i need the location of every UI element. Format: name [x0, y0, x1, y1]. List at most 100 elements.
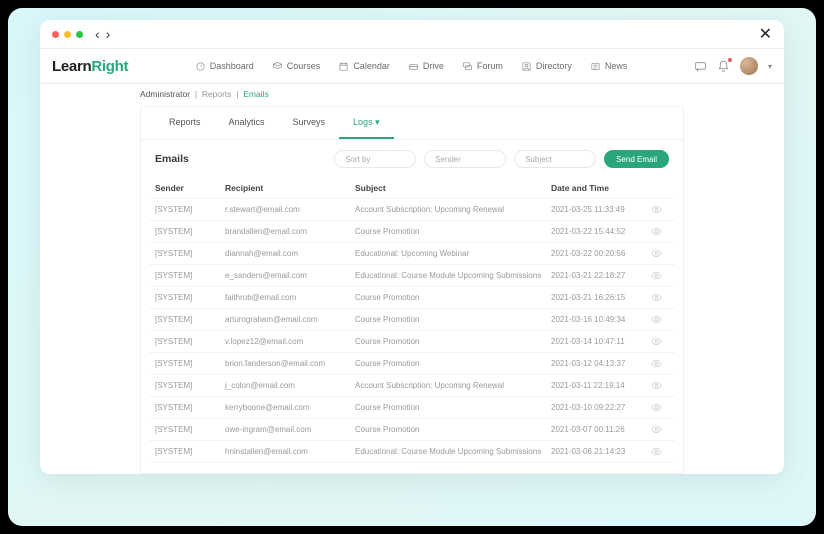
window-maximize-dot[interactable]: [76, 31, 83, 38]
table-row: [SYSTEM]owe-ingram@email.comCourse Promo…: [149, 419, 675, 441]
eye-icon[interactable]: [651, 226, 662, 237]
eye-icon[interactable]: [651, 424, 662, 435]
subject-input[interactable]: [514, 150, 596, 168]
nav-dashboard[interactable]: Dashboard: [195, 61, 254, 72]
window-minimize-dot[interactable]: [64, 31, 71, 38]
breadcrumb: Administrator | Reports | Emails: [40, 84, 784, 104]
cell-sender: [SYSTEM]: [155, 227, 225, 236]
cell-datetime: 2021-03-12 04:13:37: [551, 359, 651, 368]
nav-label: Forum: [477, 61, 503, 71]
breadcrumb-current: Emails: [243, 89, 269, 99]
cell-recipient: e_sanders@email.com: [225, 271, 355, 280]
send-email-button[interactable]: Send Email: [604, 150, 669, 168]
table-row: [SYSTEM]j_colon@email.comAccount Subscri…: [149, 375, 675, 397]
cell-sender: [SYSTEM]: [155, 425, 225, 434]
chat-icon[interactable]: [694, 60, 707, 73]
avatar[interactable]: [740, 57, 758, 75]
cell-subject: Course Promotion: [355, 425, 551, 434]
cell-datetime: 2021-03-16 10:49:34: [551, 315, 651, 324]
logo-part2: Right: [91, 58, 128, 75]
section-title: Emails: [155, 153, 189, 165]
close-icon[interactable]: ✕: [759, 24, 772, 44]
cell-sender: [SYSTEM]: [155, 205, 225, 214]
cell-subject: Account Subscription: Upcoming Renewal: [355, 381, 551, 390]
nav-forward-icon[interactable]: ›: [104, 26, 113, 42]
content-panel: ReportsAnalyticsSurveysLogs ▾ Emails Sen…: [140, 106, 684, 474]
cell-datetime: 2021-03-25 11:33:49: [551, 205, 651, 214]
cell-recipient: arturograham@email.com: [225, 315, 355, 324]
eye-icon[interactable]: [651, 380, 662, 391]
eye-icon[interactable]: [651, 358, 662, 369]
cell-recipient: hninstallen@email.com: [225, 447, 355, 456]
table-row: [SYSTEM]brandallen@email.comCourse Promo…: [149, 221, 675, 243]
cell-recipient: kerryboone@email.com: [225, 403, 355, 412]
eye-icon[interactable]: [651, 270, 662, 281]
cell-datetime: 2021-03-06 21:14:23: [551, 447, 651, 456]
cell-datetime: 2021-03-21 16:26:15: [551, 293, 651, 302]
cell-sender: [SYSTEM]: [155, 337, 225, 346]
eye-icon[interactable]: [651, 446, 662, 457]
logo[interactable]: LearnRight: [52, 58, 128, 75]
nav-label: News: [605, 61, 628, 71]
eye-icon[interactable]: [651, 204, 662, 215]
cell-recipient: owe-ingram@email.com: [225, 425, 355, 434]
sort-by-input[interactable]: [334, 150, 416, 168]
cell-sender: [SYSTEM]: [155, 271, 225, 280]
main-nav: Dashboard Courses Calendar Drive Forum Direct…: [195, 61, 628, 72]
tab-reports[interactable]: Reports: [155, 107, 215, 139]
cell-subject: Course Promotion: [355, 337, 551, 346]
eye-icon[interactable]: [651, 314, 662, 325]
cell-datetime: 2021-03-14 10:47:11: [551, 337, 651, 346]
breadcrumb-mid[interactable]: Reports: [202, 89, 232, 99]
cell-subject: Course Promotion: [355, 359, 551, 368]
chevron-down-icon[interactable]: ▾: [768, 62, 772, 71]
eye-icon[interactable]: [651, 292, 662, 303]
subtabs: ReportsAnalyticsSurveysLogs ▾: [141, 107, 683, 140]
cell-subject: Course Promotion: [355, 315, 551, 324]
chevron-down-icon: ▾: [375, 117, 380, 127]
breadcrumb-root[interactable]: Administrator: [140, 89, 190, 99]
tab-analytics[interactable]: Analytics: [215, 107, 279, 139]
eye-icon[interactable]: [651, 336, 662, 347]
eye-icon[interactable]: [651, 402, 662, 413]
cell-recipient: brandallen@email.com: [225, 227, 355, 236]
table-row: [SYSTEM]r.stewart@email.comAccount Subsc…: [149, 199, 675, 221]
window-close-dot[interactable]: [52, 31, 59, 38]
cell-sender: [SYSTEM]: [155, 403, 225, 412]
cell-subject: Educational: Course Module Upcoming Subm…: [355, 447, 551, 456]
nav-back-icon[interactable]: ‹: [93, 26, 102, 42]
cell-datetime: 2021-03-22 00:20:56: [551, 249, 651, 258]
tab-logs[interactable]: Logs ▾: [339, 107, 394, 139]
cell-recipient: brion.fanderson@email.com: [225, 359, 355, 368]
cell-recipient: diannah@email.com: [225, 249, 355, 258]
cell-subject: Educational: Course Module Upcoming Subm…: [355, 271, 551, 280]
col-subject: Subject: [355, 183, 551, 193]
table-row: [SYSTEM]v.lopez12@email.comCourse Promot…: [149, 331, 675, 353]
tab-surveys[interactable]: Surveys: [279, 107, 340, 139]
nav-forum[interactable]: Forum: [462, 61, 503, 72]
cell-subject: Course Promotion: [355, 227, 551, 236]
cell-recipient: j_colon@email.com: [225, 381, 355, 390]
nav-news[interactable]: News: [590, 61, 628, 72]
cell-subject: Course Promotion: [355, 403, 551, 412]
cell-datetime: 2021-03-21 22:18:27: [551, 271, 651, 280]
nav-courses[interactable]: Courses: [272, 61, 321, 72]
cell-sender: [SYSTEM]: [155, 249, 225, 258]
nav-drive[interactable]: Drive: [408, 61, 444, 72]
eye-icon[interactable]: [651, 248, 662, 259]
cell-datetime: 2021-03-07 00:11:26: [551, 425, 651, 434]
cell-sender: [SYSTEM]: [155, 293, 225, 302]
cell-datetime: 2021-03-10 09:22:27: [551, 403, 651, 412]
nav-calendar[interactable]: Calendar: [338, 61, 390, 72]
cell-recipient: faithrob@email.com: [225, 293, 355, 302]
sender-input[interactable]: [424, 150, 506, 168]
table-header: Sender Recipient Subject Date and Time: [149, 178, 675, 199]
traffic-lights: [52, 31, 83, 38]
bell-icon[interactable]: [717, 60, 730, 73]
cell-subject: Course Promotion: [355, 293, 551, 302]
cell-subject: Account Subscription: Upcoming Renewal: [355, 205, 551, 214]
cell-sender: [SYSTEM]: [155, 315, 225, 324]
topbar: LearnRight Dashboard Courses Calendar Drive…: [40, 48, 784, 84]
nav-directory[interactable]: Directory: [521, 61, 572, 72]
col-sender: Sender: [155, 183, 225, 193]
